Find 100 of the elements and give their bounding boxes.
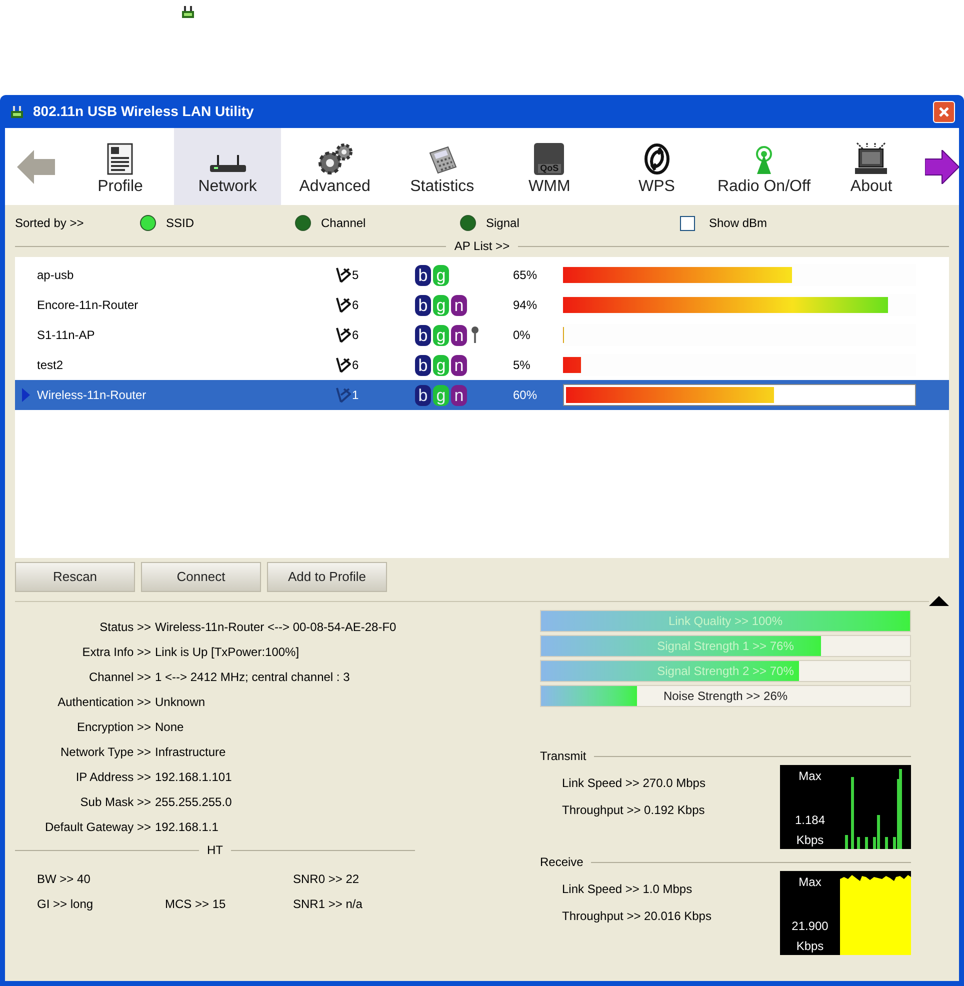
- computer-icon: [853, 141, 890, 175]
- mode-badge: g: [433, 324, 449, 346]
- ssid-text: test2: [37, 357, 64, 374]
- radio-button[interactable]: [140, 215, 156, 231]
- field-label: IP Address >>: [74, 768, 152, 786]
- field-value: 192.168.1.101: [155, 768, 232, 786]
- graph-reading: 21.900: [792, 918, 828, 935]
- radio-label: Channel: [321, 215, 366, 232]
- antenna-icon: [335, 356, 351, 374]
- signal-percent: 65%: [513, 267, 538, 284]
- router-icon: [208, 153, 248, 175]
- ssid-text: ap-usb: [37, 267, 75, 284]
- checkbox-label: Show dBm: [709, 215, 768, 232]
- mode-badge: g: [433, 384, 449, 406]
- channel-number: 5: [352, 267, 359, 284]
- ht-field: MCS >> 15: [165, 897, 226, 911]
- forward-arrow-icon[interactable]: [924, 150, 959, 184]
- action-button[interactable]: Add to Profile: [267, 562, 387, 592]
- window-title: 802.11n USB Wireless LAN Utility: [33, 102, 255, 121]
- close-button[interactable]: [933, 100, 955, 122]
- channel-number: 1: [352, 387, 359, 404]
- signal-percent: 0%: [513, 327, 532, 344]
- field-value: Link is Up [TxPower:100%]: [155, 644, 300, 660]
- section-title: Receive: [540, 854, 584, 871]
- signal-percent: 5%: [513, 357, 532, 374]
- field-label: Default Gateway >>: [44, 818, 152, 836]
- radio-label: Signal: [486, 215, 520, 232]
- ht-field: BW >> 40: [37, 872, 90, 886]
- ht-field: SNR1 >> n/a: [293, 897, 362, 911]
- qos-label: QoS: [538, 164, 561, 173]
- ap-list-label: AP List >>: [453, 238, 511, 255]
- link-speed-text: Link Speed >> 1.0 Mbps: [562, 881, 694, 898]
- field-value: 1 <--> 2412 MHz; central channel : 3: [155, 668, 350, 686]
- mode-badge: b: [415, 324, 431, 346]
- toolbar-tab[interactable]: Network: [174, 128, 282, 205]
- ht-field: GI >> long: [37, 897, 94, 911]
- field-value: 192.168.1.1: [155, 818, 218, 836]
- ssid-text: Wireless-11n-Router: [37, 387, 148, 404]
- field-label: Channel >>: [88, 668, 152, 686]
- mode-badge: b: [415, 264, 431, 286]
- radio-label: SSID: [166, 215, 194, 232]
- mode-badge: g: [433, 354, 449, 376]
- ssid-text: Encore-11n-Router: [37, 297, 140, 314]
- tray-router-icon: [180, 4, 196, 20]
- mode-badge: b: [415, 294, 431, 316]
- link-speed-text: Link Speed >> 270.0 Mbps: [562, 775, 706, 792]
- throughput-text: Throughput >> 20.016 Kbps: [562, 908, 712, 925]
- ssid-text: S1-11n-AP: [37, 327, 96, 344]
- field-value: 255.255.255.0: [155, 794, 232, 810]
- field-label: Extra Info >>: [81, 644, 152, 660]
- action-button[interactable]: Connect: [141, 562, 261, 592]
- field-value: None: [155, 718, 184, 736]
- antenna-icon: [335, 386, 351, 404]
- channel-number: 6: [352, 327, 359, 344]
- mode-badge: g: [433, 264, 449, 286]
- checkbox[interactable]: [680, 216, 695, 230]
- ap-row[interactable]: Encore-11n-Router 6 b g n 94%: [15, 290, 949, 320]
- mode-badge: b: [415, 354, 431, 376]
- section-title: Transmit: [540, 748, 586, 765]
- close-icon[interactable]: [938, 106, 950, 118]
- radio-button[interactable]: [460, 215, 476, 231]
- field-label: Status >>: [98, 618, 152, 636]
- meter-label: Signal Strength 2 >> 70%: [656, 663, 795, 680]
- ap-row[interactable]: S1-11n-AP 6 b g n 0%: [15, 320, 949, 350]
- gears-icon: [316, 143, 353, 175]
- ap-row[interactable]: Wireless-11n-Router 1 b g n 60%: [15, 380, 949, 410]
- field-label: Sub Mask >>: [79, 794, 152, 810]
- ht-field: SNR0 >> 22: [293, 872, 360, 886]
- mode-badge: n: [451, 384, 467, 406]
- radio-button[interactable]: [295, 215, 311, 231]
- mode-badge: n: [451, 324, 467, 346]
- selection-arrow-icon: [22, 388, 30, 402]
- ht-label: HT: [206, 842, 224, 859]
- action-button[interactable]: Rescan: [15, 562, 135, 592]
- mode-badge: n: [451, 354, 467, 376]
- ap-row[interactable]: ap-usb 5 b g 65%: [15, 260, 949, 290]
- router-icon: [9, 104, 25, 120]
- graph-reading: 1.184: [794, 812, 826, 829]
- meter-label: Noise Strength >> 26%: [662, 688, 789, 705]
- signal-percent: 94%: [513, 297, 538, 314]
- ap-row[interactable]: test2 6 b g n 5%: [15, 350, 949, 380]
- graph-max-label: Max: [798, 874, 822, 891]
- mode-badge: n: [451, 294, 467, 316]
- mode-badge: g: [433, 294, 449, 316]
- field-label: Network Type >>: [60, 744, 152, 760]
- meter-label: Signal Strength 1 >> 76%: [656, 638, 795, 655]
- throughput-text: Throughput >> 0.192 Kbps: [562, 802, 706, 819]
- antenna-icon: [335, 326, 351, 344]
- signal-percent: 60%: [513, 387, 538, 404]
- field-value: Wireless-11n-Router <--> 00-08-54-AE-28-F0: [155, 618, 396, 636]
- wps-icon: [644, 143, 670, 175]
- field-value: Unknown: [155, 694, 206, 710]
- channel-number: 6: [352, 297, 359, 314]
- antenna-icon: [335, 296, 351, 314]
- graph-unit: Kbps: [796, 832, 824, 849]
- document-icon: [107, 143, 134, 175]
- collapse-arrow-icon[interactable]: [929, 596, 949, 606]
- graph-max-label: Max: [798, 768, 822, 785]
- sort-label: Sorted by >>: [15, 215, 85, 232]
- field-label: Authentication >>: [56, 694, 152, 710]
